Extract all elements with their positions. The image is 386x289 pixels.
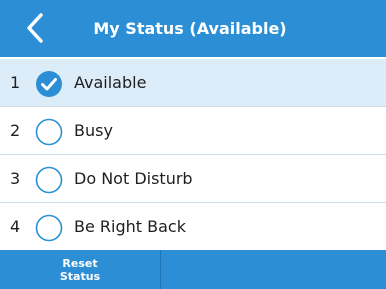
status-option-busy[interactable]: 2 Busy	[0, 107, 386, 155]
footer-bar: Reset Status	[0, 250, 386, 289]
radio-circle-icon	[35, 214, 63, 242]
option-label: Busy	[74, 121, 113, 140]
reset-status-button[interactable]: Reset Status	[0, 250, 161, 289]
option-number: 3	[10, 169, 21, 188]
option-label: Available	[74, 73, 147, 92]
option-label: Do Not Disturb	[74, 169, 193, 188]
option-number: 2	[10, 121, 21, 140]
header-bar: My Status (Available)	[0, 0, 386, 57]
chevron-left-icon	[27, 13, 43, 43]
radio-circle-icon	[35, 118, 63, 146]
option-number: 1	[10, 73, 21, 92]
check-circle-icon	[36, 71, 62, 97]
status-screen: My Status (Available) 1 Available 2 Busy…	[0, 0, 386, 289]
option-label: Be Right Back	[74, 217, 186, 236]
status-option-do-not-disturb[interactable]: 3 Do Not Disturb	[0, 155, 386, 203]
status-option-available[interactable]: 1 Available	[0, 59, 386, 107]
page-title: My Status (Available)	[93, 19, 287, 38]
radio-circle-icon	[35, 166, 63, 194]
reset-label-line1: Reset	[62, 256, 98, 270]
status-option-be-right-back[interactable]: 4 Be Right Back	[0, 203, 386, 251]
status-list: 1 Available 2 Busy 3 Do Not Disturb 4 Be…	[0, 59, 386, 251]
reset-label-line2: Status	[59, 269, 101, 283]
back-button[interactable]	[18, 10, 52, 46]
option-number: 4	[10, 217, 21, 236]
